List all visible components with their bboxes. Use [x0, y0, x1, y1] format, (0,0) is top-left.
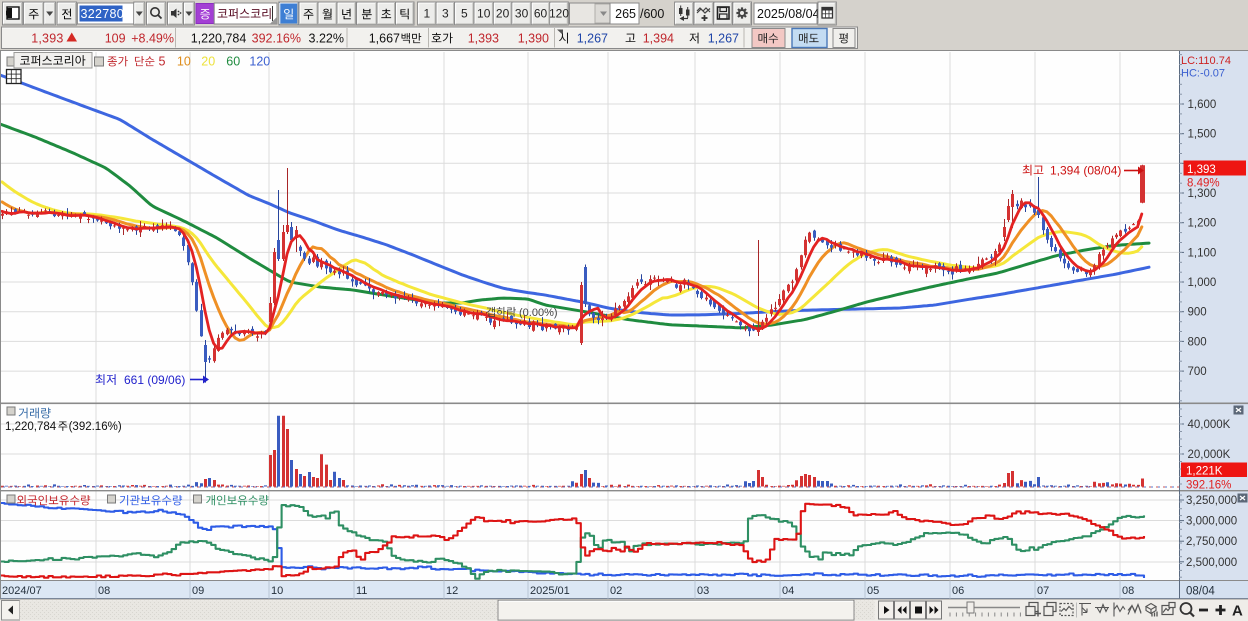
svg-text:265: 265	[615, 7, 636, 21]
svg-text:3,250,000: 3,250,000	[1186, 495, 1237, 507]
svg-text:2,500,000: 2,500,000	[1186, 557, 1237, 569]
svg-text:1,000: 1,000	[1188, 277, 1217, 289]
svg-text:2,750,000: 2,750,000	[1186, 536, 1237, 548]
svg-text:20,000K: 20,000K	[1188, 449, 1231, 461]
svg-text:1: 1	[424, 7, 431, 21]
svg-text:5: 5	[159, 55, 166, 69]
svg-text:10: 10	[271, 585, 283, 597]
svg-text:08: 08	[98, 585, 110, 597]
svg-text:3,000,000: 3,000,000	[1186, 516, 1237, 528]
svg-text:900: 900	[1188, 307, 1207, 319]
svg-text:02: 02	[610, 585, 622, 597]
svg-text:30: 30	[515, 7, 529, 21]
svg-text:3.22%: 3.22%	[309, 32, 344, 46]
svg-text:1,220,784: 1,220,784	[191, 32, 247, 46]
svg-text:1,394: 1,394	[643, 32, 674, 46]
svg-text:1,390: 1,390	[518, 32, 549, 46]
svg-text:08/04: 08/04	[1186, 586, 1215, 598]
svg-text:1,393: 1,393	[1187, 164, 1216, 176]
svg-text:04: 04	[782, 585, 794, 597]
svg-text:10: 10	[477, 7, 491, 21]
svg-text:1,393: 1,393	[31, 32, 63, 46]
svg-text:60: 60	[226, 55, 240, 69]
svg-text:A: A	[1232, 603, 1243, 620]
svg-text:3: 3	[442, 7, 449, 21]
svg-text:1,267: 1,267	[577, 32, 608, 46]
svg-text:05: 05	[867, 585, 879, 597]
svg-text:120: 120	[249, 55, 270, 69]
svg-text:10: 10	[177, 55, 191, 69]
svg-text:(392.16%): (392.16%)	[69, 421, 122, 433]
svg-text:120: 120	[549, 7, 569, 21]
svg-text:392.16%: 392.16%	[252, 32, 301, 46]
svg-text:20: 20	[201, 55, 215, 69]
svg-text:109: 109	[105, 32, 126, 46]
svg-text:661 (09/06): 661 (09/06)	[124, 373, 185, 387]
svg-text:11: 11	[356, 585, 367, 597]
svg-text:800: 800	[1188, 336, 1207, 348]
svg-text:5: 5	[461, 7, 468, 21]
svg-text:06: 06	[952, 585, 964, 597]
svg-text:2025/08/04: 2025/08/04	[757, 7, 820, 21]
svg-text:2024/07: 2024/07	[2, 585, 42, 597]
svg-text:07: 07	[1037, 585, 1049, 597]
svg-text:08: 08	[1122, 585, 1134, 597]
svg-text:40,000K: 40,000K	[1188, 419, 1231, 431]
svg-text:1,667: 1,667	[369, 32, 400, 46]
svg-text:/600: /600	[640, 7, 664, 21]
svg-text:700: 700	[1188, 366, 1207, 378]
svg-text:1,300: 1,300	[1188, 188, 1217, 200]
svg-text:(0.00%): (0.00%)	[519, 307, 558, 319]
svg-text:8.49%: 8.49%	[1187, 178, 1220, 190]
svg-text:1,394 (08/04): 1,394 (08/04)	[1050, 164, 1121, 178]
svg-text:03: 03	[697, 585, 709, 597]
svg-text:1,220,784: 1,220,784	[5, 421, 57, 433]
svg-text:1,100: 1,100	[1188, 247, 1217, 259]
svg-text:1,200: 1,200	[1188, 218, 1217, 230]
svg-text:1,500: 1,500	[1188, 129, 1217, 141]
svg-text:LC:110.74: LC:110.74	[1181, 55, 1231, 67]
svg-text:1,267: 1,267	[708, 32, 739, 46]
svg-text:60: 60	[534, 7, 548, 21]
svg-text:HC:-0.07: HC:-0.07	[1181, 68, 1225, 80]
svg-text:12: 12	[446, 585, 458, 597]
svg-text:322780: 322780	[81, 7, 125, 21]
svg-text:1,393: 1,393	[468, 32, 499, 46]
svg-text:392.16%: 392.16%	[1186, 480, 1231, 492]
svg-text:1,221K: 1,221K	[1186, 465, 1223, 477]
svg-text:20: 20	[496, 7, 510, 21]
svg-text:09: 09	[192, 585, 204, 597]
svg-text:1,600: 1,600	[1188, 99, 1217, 111]
svg-text:2025/01: 2025/01	[530, 585, 570, 597]
svg-text:+8.49%: +8.49%	[131, 32, 174, 46]
